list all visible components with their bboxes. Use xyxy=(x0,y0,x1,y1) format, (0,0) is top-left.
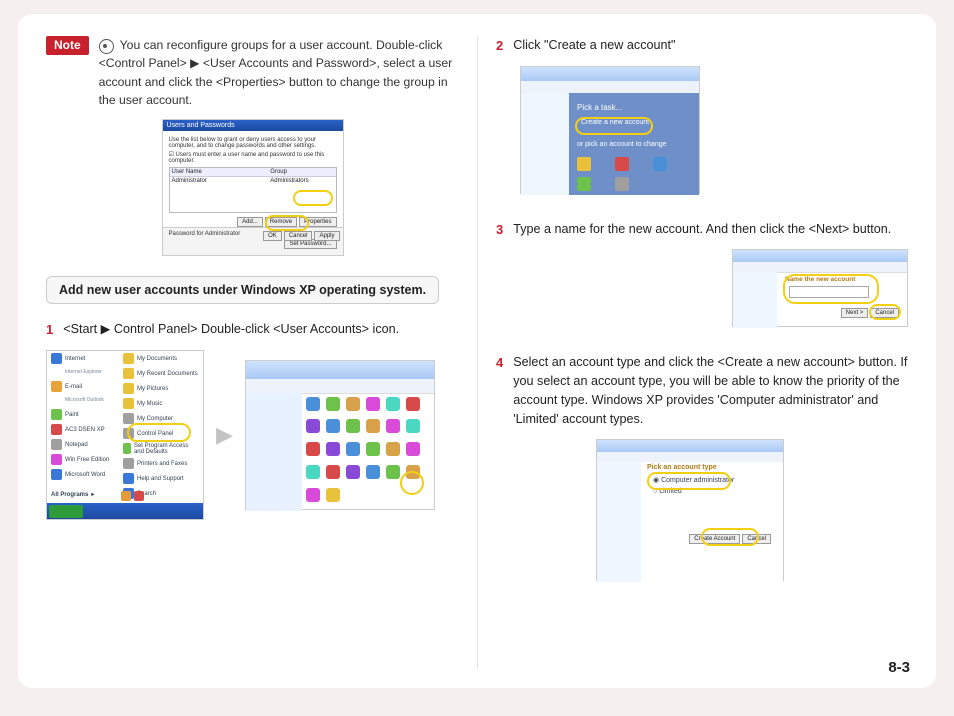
step-3-text: Type a name for the new account. And the… xyxy=(513,220,908,239)
name-account-screenshot: Name the new account Next > Cancel xyxy=(732,249,908,327)
highlight-setpassword xyxy=(265,215,309,231)
highlight-create-button xyxy=(701,528,759,546)
dialog-cancel-button: Cancel xyxy=(284,231,313,241)
step-1-text: <Start ▶ Control Panel> Double-click <Us… xyxy=(63,320,459,339)
user-accounts-screenshot: Pick a task... Create a new account or p… xyxy=(520,66,700,194)
arrow-icon: ▶ xyxy=(216,422,233,448)
dialog-titlebar: Users and Passwords xyxy=(163,120,343,131)
highlight-control-panel xyxy=(127,423,191,442)
step-2: 2 Click "Create a new account" xyxy=(496,36,908,56)
step-3: 3 Type a name for the new account. And t… xyxy=(496,220,908,240)
page-number: 8-3 xyxy=(888,659,910,676)
users-passwords-dialog-screenshot: Users and Passwords Use the list below t… xyxy=(162,119,344,256)
step-4-text: Select an account type and click the <Cr… xyxy=(513,353,908,429)
note-text: You can reconfigure groups for a user ac… xyxy=(99,36,459,109)
pick-task-heading: Pick a task... xyxy=(577,103,677,113)
start-menu-screenshot: Internet Internet Explorer E-mail Micros… xyxy=(46,350,204,520)
step-3-number: 3 xyxy=(496,220,503,240)
note-block: Note You can reconfigure groups for a us… xyxy=(46,36,459,109)
dialog-checkbox-label: ☑ Users must enter a user name and passw… xyxy=(169,151,337,164)
highlight-name-input xyxy=(783,274,879,304)
step-1: 1 <Start ▶ Control Panel> Double-click <… xyxy=(46,320,459,340)
highlight-next-button xyxy=(869,304,901,320)
dialog-add-button: Add... xyxy=(237,217,263,227)
highlight-properties xyxy=(293,190,333,206)
step-1-screenshots: Internet Internet Explorer E-mail Micros… xyxy=(46,350,459,520)
dialog-desc: Use the list below to grant or deny user… xyxy=(169,137,337,149)
step-4: 4 Select an account type and click the <… xyxy=(496,353,908,429)
note-body: You can reconfigure groups for a user ac… xyxy=(99,38,453,107)
account-type-screenshot: Pick an account type ◉ Computer administ… xyxy=(596,439,784,581)
dialog-ok-button: OK xyxy=(263,231,282,241)
or-pick-heading: or pick an account to change xyxy=(577,141,667,148)
step-4-number: 4 xyxy=(496,353,503,373)
left-column: Note You can reconfigure groups for a us… xyxy=(46,36,477,670)
step-1-number: 1 xyxy=(46,320,53,340)
start-button xyxy=(49,505,83,518)
bullet-icon xyxy=(99,39,114,54)
section-heading: Add new user accounts under Windows XP o… xyxy=(46,276,439,304)
control-panel-screenshot xyxy=(245,360,435,510)
highlight-admin-option xyxy=(647,472,731,490)
dialog-apply-button: Apply xyxy=(314,231,339,241)
note-badge: Note xyxy=(46,36,89,55)
right-column: 2 Click "Create a new account" Pick a ta… xyxy=(477,36,908,670)
step-2-text: Click "Create a new account" xyxy=(513,36,908,55)
highlight-user-accounts-icon xyxy=(400,471,424,495)
highlight-create-account xyxy=(575,117,653,135)
step-2-number: 2 xyxy=(496,36,503,56)
